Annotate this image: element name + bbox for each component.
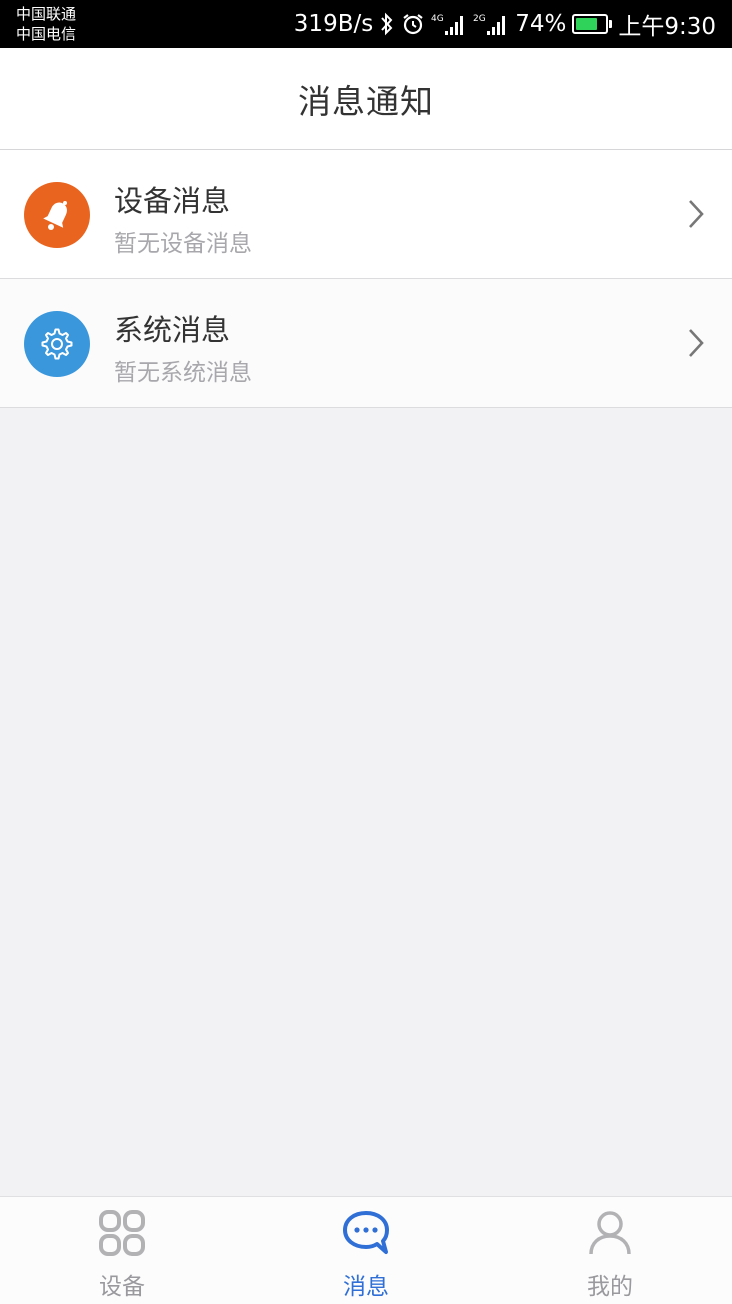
- nav-tab-profile[interactable]: 我的: [488, 1197, 732, 1304]
- nav-label: 我的: [587, 1274, 633, 1300]
- alarm-icon: [401, 12, 425, 36]
- header: 消息通知: [0, 48, 732, 150]
- message-title: 系统消息: [114, 313, 231, 347]
- chat-icon: [341, 1209, 391, 1257]
- carrier-2: 中国电信: [16, 25, 77, 43]
- bell-icon: [24, 182, 90, 248]
- bluetooth-icon: [379, 12, 395, 36]
- battery-icon: [572, 14, 613, 34]
- devices-icon: [97, 1209, 147, 1257]
- carrier-1: 中国联通: [16, 5, 77, 23]
- clock: 上午9:30: [618, 14, 716, 40]
- profile-icon: [585, 1209, 635, 1257]
- battery-fill: [576, 18, 598, 30]
- chevron-right-icon: [689, 200, 704, 228]
- nav-tab-messages[interactable]: 消息: [244, 1197, 488, 1304]
- gear-icon: [24, 311, 90, 377]
- network-speed: 319B/s: [293, 11, 374, 37]
- carrier-info: 中国联通 中国电信: [16, 4, 76, 44]
- list-item-device-messages[interactable]: 设备消息 暂无设备消息: [0, 150, 732, 279]
- signal-4g-icon: 4G: [431, 11, 467, 37]
- bottom-nav: 设备 消息 我的: [0, 1196, 732, 1304]
- list-item-system-messages[interactable]: 系统消息 暂无系统消息: [0, 279, 732, 408]
- message-list: 设备消息 暂无设备消息 系统消息 暂无系统消息: [0, 150, 732, 408]
- message-subtitle: 暂无系统消息: [114, 360, 252, 386]
- signal-2g-icon: 2G: [473, 11, 509, 37]
- page-title: 消息通知: [298, 81, 434, 121]
- nav-label: 设备: [99, 1274, 145, 1300]
- chevron-right-icon: [689, 329, 704, 357]
- nav-tab-devices[interactable]: 设备: [0, 1197, 244, 1304]
- status-icons: 319B/s 4G 2G 74% 上午9:30: [294, 0, 716, 48]
- battery-percent: 74%: [515, 11, 567, 37]
- message-subtitle: 暂无设备消息: [114, 231, 252, 257]
- signal-1-label: 4G: [431, 14, 444, 24]
- status-bar: 中国联通 中国电信 319B/s 4G 2G 74% 上午9:30: [0, 0, 732, 48]
- nav-label: 消息: [343, 1274, 389, 1300]
- message-title: 设备消息: [114, 184, 231, 218]
- signal-2-label: 2G: [473, 14, 486, 24]
